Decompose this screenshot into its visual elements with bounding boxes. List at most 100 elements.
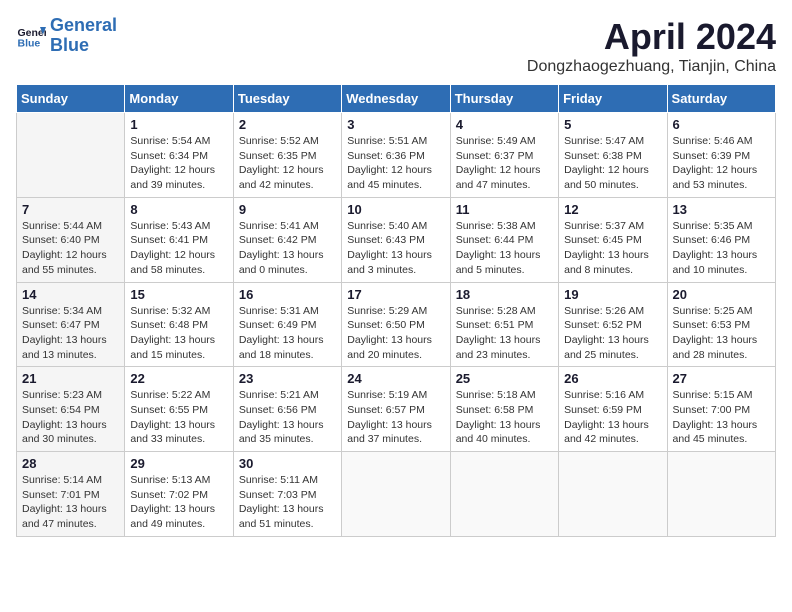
calendar-cell: 24 Sunrise: 5:19 AMSunset: 6:57 PMDayligh… <box>342 367 450 452</box>
day-info: Sunrise: 5:51 AMSunset: 6:36 PMDaylight:… <box>347 134 444 193</box>
logo: General Blue General Blue <box>16 16 117 56</box>
day-info: Sunrise: 5:40 AMSunset: 6:43 PMDaylight:… <box>347 219 444 278</box>
day-info: Sunrise: 5:43 AMSunset: 6:41 PMDaylight:… <box>130 219 227 278</box>
day-info: Sunrise: 5:26 AMSunset: 6:52 PMDaylight:… <box>564 304 661 363</box>
day-header-wednesday: Wednesday <box>342 85 450 113</box>
day-header-sunday: Sunday <box>17 85 125 113</box>
day-info: Sunrise: 5:16 AMSunset: 6:59 PMDaylight:… <box>564 388 661 447</box>
week-row-3: 14 Sunrise: 5:34 AMSunset: 6:47 PMDayligh… <box>17 282 776 367</box>
calendar-cell: 27 Sunrise: 5:15 AMSunset: 7:00 PMDayligh… <box>667 367 775 452</box>
calendar-cell <box>17 113 125 198</box>
calendar-cell <box>559 452 667 537</box>
calendar-cell: 12Sunrise: 5:37 AMSunset: 6:45 PMDayligh… <box>559 197 667 282</box>
day-info: Sunrise: 5:28 AMSunset: 6:51 PMDaylight:… <box>456 304 553 363</box>
day-number: 7 <box>22 202 119 217</box>
day-number: 15 <box>130 287 227 302</box>
calendar-cell: 9Sunrise: 5:41 AMSunset: 6:42 PMDaylight… <box>233 197 341 282</box>
day-number: 5 <box>564 117 661 132</box>
location: Dongzhaogezhuang, Tianjin, China <box>527 58 776 76</box>
calendar-cell: 29Sunrise: 5:13 AMSunset: 7:02 PMDayligh… <box>125 452 233 537</box>
day-info: Sunrise: 5:47 AMSunset: 6:38 PMDaylight:… <box>564 134 661 193</box>
day-info: Sunrise: 5:19 AMSunset: 6:57 PMDaylight:… <box>347 388 444 447</box>
day-number: 18 <box>456 287 553 302</box>
day-header-thursday: Thursday <box>450 85 558 113</box>
calendar-cell: 22 Sunrise: 5:22 AMSunset: 6:55 PMDayligh… <box>125 367 233 452</box>
calendar-cell: 26 Sunrise: 5:16 AMSunset: 6:59 PMDayligh… <box>559 367 667 452</box>
calendar-table: SundayMondayTuesdayWednesdayThursdayFrid… <box>16 84 776 537</box>
day-info: Sunrise: 5:35 AMSunset: 6:46 PMDaylight:… <box>673 219 770 278</box>
day-info: Sunrise: 5:29 AMSunset: 6:50 PMDaylight:… <box>347 304 444 363</box>
day-info: Sunrise: 5:14 AMSunset: 7:01 PMDaylight:… <box>22 473 119 532</box>
day-number: 20 <box>673 287 770 302</box>
day-info: Sunrise: 5:25 AMSunset: 6:53 PMDaylight:… <box>673 304 770 363</box>
calendar-cell: 7 Sunrise: 5:44 AMSunset: 6:40 PMDaylight… <box>17 197 125 282</box>
day-header-monday: Monday <box>125 85 233 113</box>
day-number: 22 <box>130 371 227 386</box>
calendar-cell: 19 Sunrise: 5:26 AMSunset: 6:52 PMDayligh… <box>559 282 667 367</box>
calendar-cell: 28Sunrise: 5:14 AMSunset: 7:01 PMDayligh… <box>17 452 125 537</box>
week-row-1: 1 Sunrise: 5:54 AMSunset: 6:34 PMDaylight… <box>17 113 776 198</box>
day-number: 11 <box>456 202 553 217</box>
svg-text:Blue: Blue <box>18 37 41 49</box>
day-info: Sunrise: 5:41 AMSunset: 6:42 PMDaylight:… <box>239 219 336 278</box>
day-number: 10 <box>347 202 444 217</box>
day-number: 24 <box>347 371 444 386</box>
calendar-cell: 5 Sunrise: 5:47 AMSunset: 6:38 PMDaylight… <box>559 113 667 198</box>
logo-icon: General Blue <box>16 21 46 51</box>
day-info: Sunrise: 5:21 AMSunset: 6:56 PMDaylight:… <box>239 388 336 447</box>
day-info: Sunrise: 5:49 AMSunset: 6:37 PMDaylight:… <box>456 134 553 193</box>
week-row-2: 7 Sunrise: 5:44 AMSunset: 6:40 PMDaylight… <box>17 197 776 282</box>
day-number: 16 <box>239 287 336 302</box>
day-number: 3 <box>347 117 444 132</box>
day-number: 13 <box>673 202 770 217</box>
day-info: Sunrise: 5:23 AMSunset: 6:54 PMDaylight:… <box>22 388 119 447</box>
calendar-cell: 13 Sunrise: 5:35 AMSunset: 6:46 PMDayligh… <box>667 197 775 282</box>
day-number: 1 <box>130 117 227 132</box>
calendar-cell: 18 Sunrise: 5:28 AMSunset: 6:51 PMDayligh… <box>450 282 558 367</box>
calendar-cell: 30 Sunrise: 5:11 AMSunset: 7:03 PMDayligh… <box>233 452 341 537</box>
calendar-cell: 16 Sunrise: 5:31 AMSunset: 6:49 PMDayligh… <box>233 282 341 367</box>
day-number: 30 <box>239 456 336 471</box>
day-number: 6 <box>673 117 770 132</box>
day-info: Sunrise: 5:54 AMSunset: 6:34 PMDaylight:… <box>130 134 227 193</box>
day-info: Sunrise: 5:18 AMSunset: 6:58 PMDaylight:… <box>456 388 553 447</box>
calendar-cell: 4 Sunrise: 5:49 AMSunset: 6:37 PMDaylight… <box>450 113 558 198</box>
calendar-cell: 17Sunrise: 5:29 AMSunset: 6:50 PMDayligh… <box>342 282 450 367</box>
day-info: Sunrise: 5:34 AMSunset: 6:47 PMDaylight:… <box>22 304 119 363</box>
month-title: April 2024 <box>527 16 776 58</box>
calendar-cell: 15Sunrise: 5:32 AMSunset: 6:48 PMDayligh… <box>125 282 233 367</box>
day-number: 23 <box>239 371 336 386</box>
day-info: Sunrise: 5:31 AMSunset: 6:49 PMDaylight:… <box>239 304 336 363</box>
page-header: General Blue General Blue April 2024 Don… <box>16 16 776 76</box>
day-number: 19 <box>564 287 661 302</box>
calendar-cell <box>667 452 775 537</box>
logo-text: General Blue <box>50 16 117 56</box>
calendar-cell: 25 Sunrise: 5:18 AMSunset: 6:58 PMDayligh… <box>450 367 558 452</box>
day-info: Sunrise: 5:22 AMSunset: 6:55 PMDaylight:… <box>130 388 227 447</box>
calendar-cell: 21 Sunrise: 5:23 AMSunset: 6:54 PMDayligh… <box>17 367 125 452</box>
title-block: April 2024 Dongzhaogezhuang, Tianjin, Ch… <box>527 16 776 76</box>
day-info: Sunrise: 5:44 AMSunset: 6:40 PMDaylight:… <box>22 219 119 278</box>
day-number: 26 <box>564 371 661 386</box>
calendar-cell: 10 Sunrise: 5:40 AMSunset: 6:43 PMDayligh… <box>342 197 450 282</box>
day-number: 14 <box>22 287 119 302</box>
day-number: 4 <box>456 117 553 132</box>
day-number: 25 <box>456 371 553 386</box>
week-row-5: 28Sunrise: 5:14 AMSunset: 7:01 PMDayligh… <box>17 452 776 537</box>
day-header-friday: Friday <box>559 85 667 113</box>
day-info: Sunrise: 5:52 AMSunset: 6:35 PMDaylight:… <box>239 134 336 193</box>
week-row-4: 21 Sunrise: 5:23 AMSunset: 6:54 PMDayligh… <box>17 367 776 452</box>
day-header-tuesday: Tuesday <box>233 85 341 113</box>
day-info: Sunrise: 5:38 AMSunset: 6:44 PMDaylight:… <box>456 219 553 278</box>
calendar-cell: 14 Sunrise: 5:34 AMSunset: 6:47 PMDayligh… <box>17 282 125 367</box>
calendar-cell: 8Sunrise: 5:43 AMSunset: 6:41 PMDaylight… <box>125 197 233 282</box>
day-info: Sunrise: 5:11 AMSunset: 7:03 PMDaylight:… <box>239 473 336 532</box>
calendar-cell <box>450 452 558 537</box>
day-info: Sunrise: 5:15 AMSunset: 7:00 PMDaylight:… <box>673 388 770 447</box>
day-info: Sunrise: 5:13 AMSunset: 7:02 PMDaylight:… <box>130 473 227 532</box>
day-number: 21 <box>22 371 119 386</box>
calendar-cell: 2Sunrise: 5:52 AMSunset: 6:35 PMDaylight… <box>233 113 341 198</box>
day-header-saturday: Saturday <box>667 85 775 113</box>
day-number: 27 <box>673 371 770 386</box>
day-info: Sunrise: 5:37 AMSunset: 6:45 PMDaylight:… <box>564 219 661 278</box>
